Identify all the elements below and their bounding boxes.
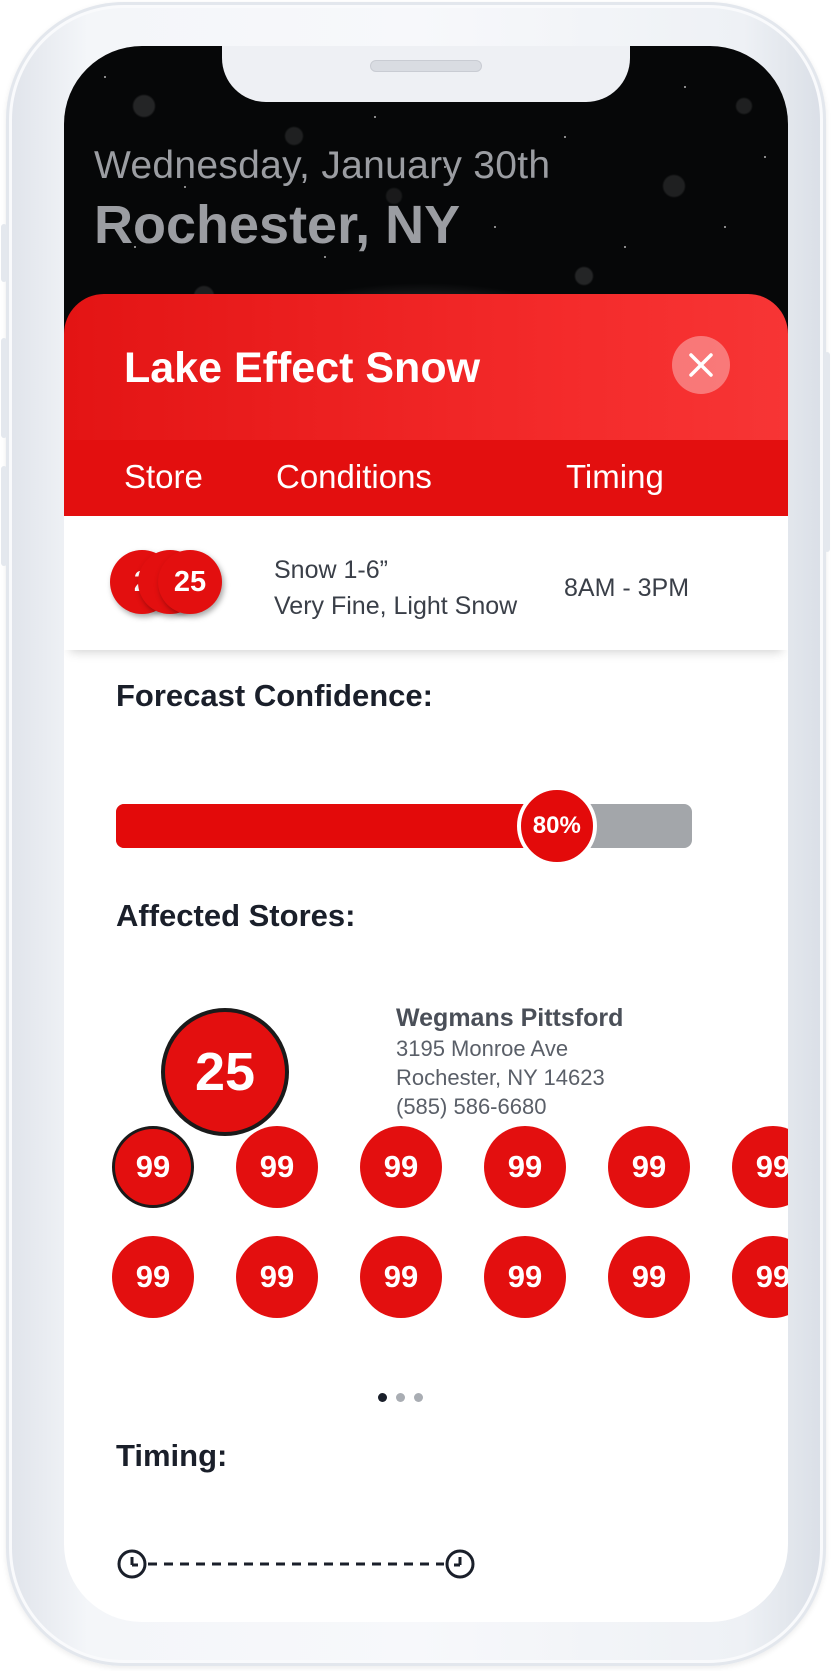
affected-stores-title: Affected Stores: (116, 898, 356, 933)
clock-end-icon (445, 1549, 475, 1579)
silent-switch (1, 224, 7, 282)
store-phone[interactable]: (585) 586-6680 (396, 1094, 546, 1120)
phone-frame: Wednesday, January 30th Rochester, NY La… (1, 2, 830, 1666)
store-badge[interactable]: 99 (484, 1236, 566, 1318)
app-screen: Wednesday, January 30th Rochester, NY La… (64, 46, 788, 1622)
conditions-amount: Snow 1-6” (274, 556, 388, 584)
clock-start-icon (117, 1549, 147, 1579)
confidence-value-badge: 80% (516, 786, 597, 866)
store-badge[interactable]: 99 (236, 1236, 318, 1318)
store-badge[interactable]: 99 (360, 1126, 442, 1208)
page-dot[interactable] (378, 1393, 387, 1402)
store-badge[interactable]: 99 (360, 1236, 442, 1318)
volume-up-button (1, 338, 7, 438)
tab-store[interactable]: Store (124, 458, 203, 496)
store-badge[interactable]: 99 (732, 1236, 788, 1318)
conditions-description: Very Fine, Light Snow (274, 592, 518, 620)
column-header-bar: Store Conditions Timing (64, 440, 788, 516)
timing-section-title: Timing: (116, 1438, 228, 1473)
location-title: Rochester, NY (94, 195, 461, 255)
close-icon (689, 353, 713, 377)
store-badge[interactable]: 99 (732, 1126, 788, 1208)
date-label: Wednesday, January 30th (94, 144, 551, 187)
store-badge[interactable]: 99 (236, 1126, 318, 1208)
store-city: Rochester, NY 14623 (396, 1065, 605, 1090)
store-address: 3195 Monroe Ave (396, 1036, 569, 1061)
timing-value: 8AM - 3PM (564, 574, 690, 602)
store-badge[interactable]: 99 (112, 1236, 194, 1318)
tab-timing[interactable]: Timing (566, 458, 664, 496)
confidence-bar-fill (116, 804, 557, 848)
page-dot[interactable] (414, 1393, 423, 1402)
power-button (824, 352, 830, 552)
speaker-grille (370, 60, 482, 72)
store-badge[interactable]: 99 (112, 1126, 194, 1208)
page-dot[interactable] (396, 1393, 405, 1402)
confidence-bar (116, 804, 692, 848)
alert-summary-row[interactable]: 2 2 25 Snow 1-6” Very Fine, Light Snow 8… (64, 516, 788, 650)
timing-timeline (117, 1549, 475, 1579)
alert-title: Lake Effect Snow (124, 344, 481, 392)
notch (222, 46, 630, 102)
selected-store-badge: 25 (161, 1008, 289, 1136)
alert-card-header: Lake Effect Snow (64, 294, 788, 442)
tab-conditions[interactable]: Conditions (276, 458, 432, 496)
store-badge[interactable]: 99 (484, 1126, 566, 1208)
forecast-confidence-title: Forecast Confidence: (116, 678, 433, 713)
store-badge[interactable]: 99 (608, 1236, 690, 1318)
store-name: Wegmans Pittsford (396, 1004, 624, 1032)
store-badge-stacked: 25 (158, 550, 222, 614)
volume-down-button (1, 466, 7, 566)
store-badge[interactable]: 99 (608, 1126, 690, 1208)
close-button[interactable] (672, 336, 730, 394)
